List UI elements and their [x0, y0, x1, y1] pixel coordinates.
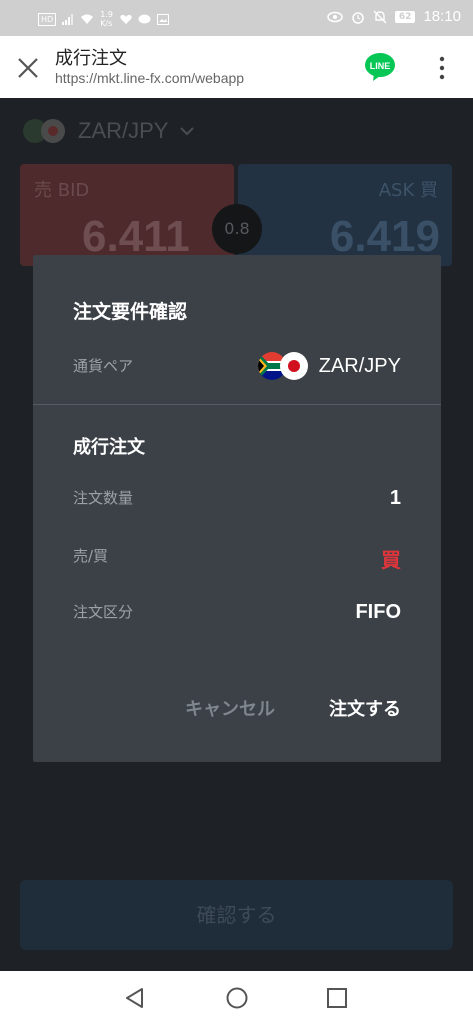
spread-badge: 0.8: [212, 204, 262, 254]
divider: [33, 404, 441, 405]
line-icon-label: LINE: [370, 61, 391, 71]
system-nav-bar: [0, 971, 473, 1024]
data-speed: 1.9 K/s: [100, 10, 113, 28]
signal-icon: [62, 13, 74, 25]
pair-selector: ZAR/JPY: [22, 118, 195, 144]
pair-selector-label: ZAR/JPY: [78, 118, 169, 143]
pair-value-text: ZAR/JPY: [318, 354, 401, 377]
flag-pair-icon: [23, 119, 65, 143]
more-menu-icon[interactable]: [432, 54, 452, 82]
mute-icon: [373, 10, 387, 23]
status-bar: HD 1.9 K/s 62 18:10: [0, 0, 473, 36]
heart-icon: [120, 14, 132, 24]
status-left: HD 1.9 K/s: [38, 10, 170, 28]
bid-label: 売 BID: [34, 180, 90, 201]
eye-icon: [327, 11, 343, 22]
bid-card: 売 BID 6.411: [20, 164, 234, 266]
recent-apps-icon[interactable]: [326, 987, 348, 1009]
chevron-down-icon: [180, 127, 195, 136]
battery-icon: 62: [394, 10, 416, 23]
page-url: https://mkt.line-fx.com/webapp: [55, 70, 245, 86]
image-icon: [157, 13, 170, 25]
chat-icon: [138, 14, 151, 23]
ask-card: ASK 買 6.419: [238, 164, 452, 266]
dialog-title: 注文要件確認: [73, 301, 188, 323]
line-share-button[interactable]: LINE: [364, 52, 396, 82]
clock: 18:10: [423, 8, 461, 25]
order-confirm-dialog: 注文要件確認 通貨ペア ZAR/JPY 成行注文 注文数量 1 売/買 買 注文…: [33, 255, 441, 762]
hd-badge: HD: [38, 12, 57, 26]
home-icon[interactable]: [225, 986, 249, 1010]
back-icon[interactable]: [124, 987, 146, 1009]
side-value: 買: [381, 548, 401, 572]
status-right: 62 18:10: [327, 8, 461, 25]
order-type-title: 成行注文: [73, 437, 145, 458]
ask-label: ASK 買: [378, 180, 438, 201]
close-icon[interactable]: [14, 54, 42, 82]
zar-jpy-flag-icon: [257, 352, 308, 380]
alarm-icon: [352, 11, 364, 24]
browser-bar: 成行注文 https://mkt.line-fx.com/webapp LINE: [0, 36, 473, 98]
wifi-icon: [81, 14, 94, 24]
place-order-button[interactable]: 注文する: [329, 695, 401, 721]
quantity-label: 注文数量: [73, 489, 134, 507]
cancel-button[interactable]: キャンセル: [185, 695, 275, 721]
pair-value: ZAR/JPY: [257, 351, 401, 381]
order-class-value: FIFO: [355, 601, 401, 623]
line-icon: LINE: [365, 53, 395, 81]
pair-label: 通貨ペア: [73, 357, 134, 375]
quantity-value: 1: [389, 487, 401, 509]
order-class-label: 注文区分: [73, 603, 134, 621]
confirm-button-bg: 確認する: [20, 880, 453, 950]
side-label: 売/買: [73, 547, 109, 565]
page-title: 成行注文: [55, 48, 127, 69]
